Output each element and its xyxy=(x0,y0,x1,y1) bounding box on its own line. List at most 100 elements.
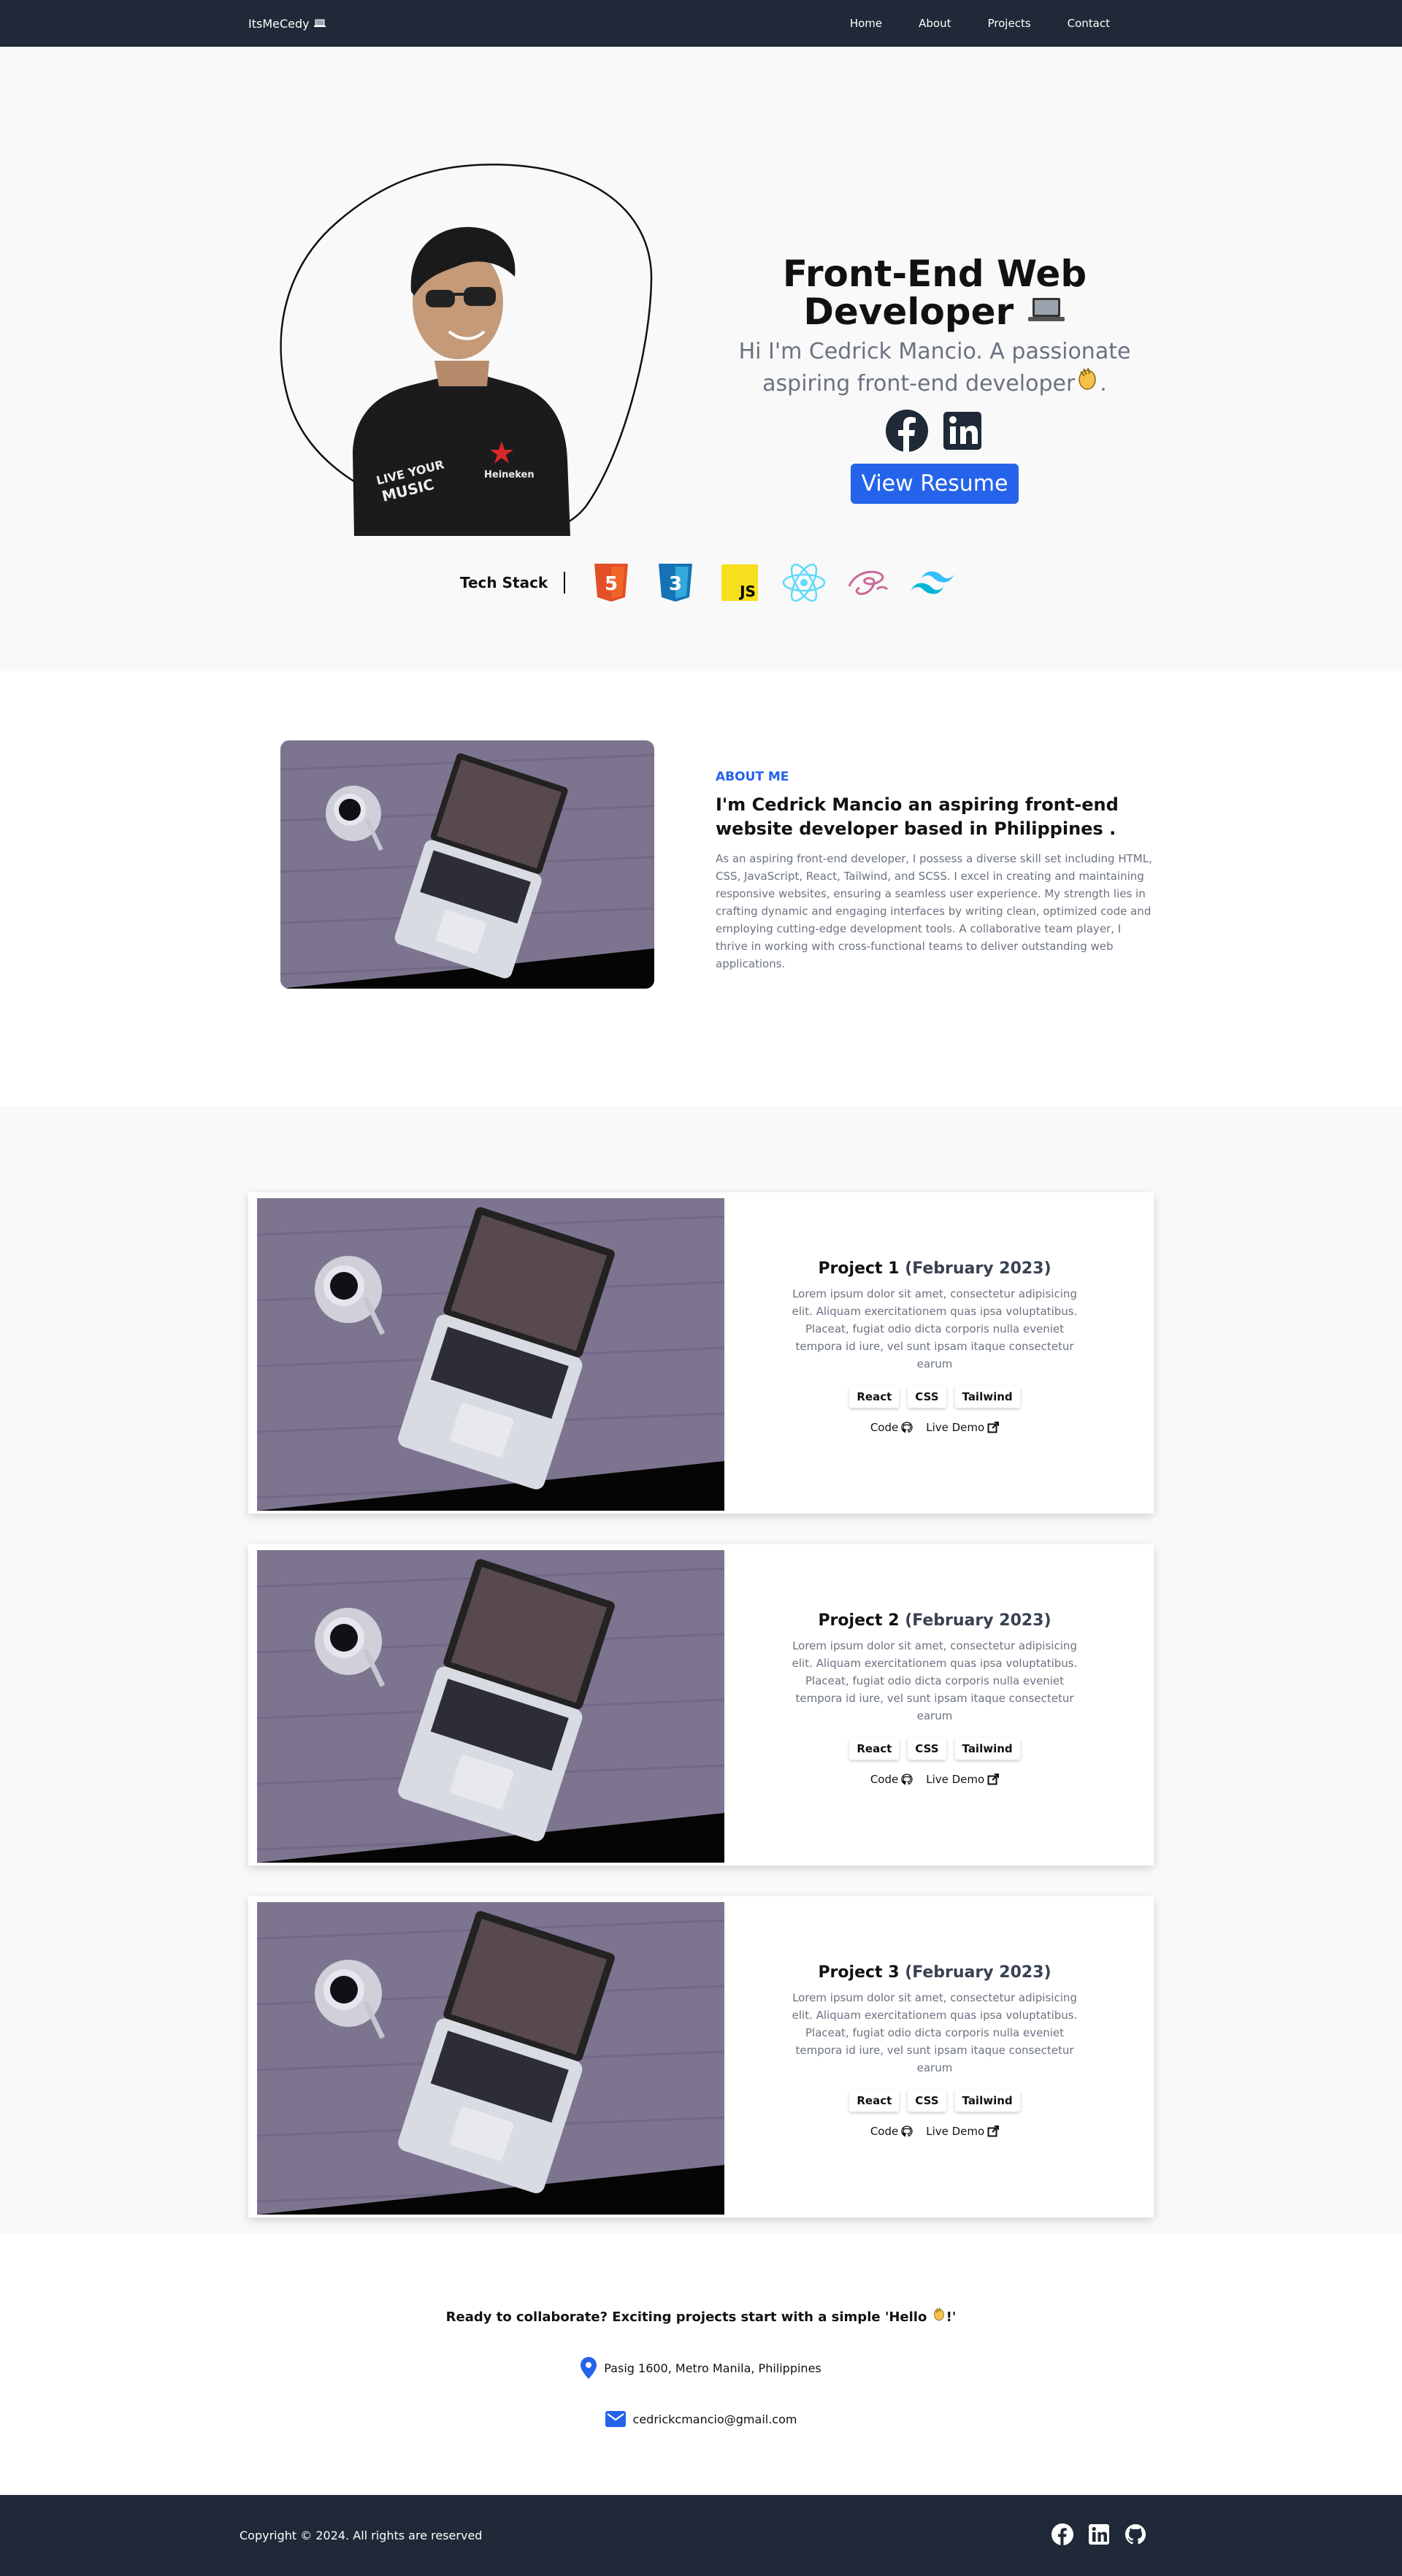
nav-about-link[interactable]: About xyxy=(919,17,951,30)
project-2-desc: Lorem ipsum dolor sit amet, consectetur … xyxy=(792,1639,1078,1722)
nav-links: Home About Projects Contact xyxy=(850,17,1110,30)
contact-email[interactable]: cedrickcmancio@gmail.com xyxy=(0,2411,1402,2427)
project-3-image xyxy=(257,1902,724,2215)
hero-section: LIVE YOUR MUSIC Heineken Front-End Web D… xyxy=(0,47,1402,671)
nav-projects-link[interactable]: Projects xyxy=(988,17,1031,30)
project-3-code-link[interactable]: Code xyxy=(870,2125,913,2138)
profile-photo: LIVE YOUR MUSIC Heineken xyxy=(353,226,570,536)
project-3-demo-link[interactable]: Live Demo xyxy=(926,2125,1000,2138)
tag-css: CSS xyxy=(908,2090,946,2112)
html5-icon: 5 xyxy=(587,561,635,605)
demo-label: Live Demo xyxy=(926,1773,985,1786)
hero-socials xyxy=(701,410,1168,455)
project-3-links: Code Live Demo xyxy=(789,2125,1081,2138)
about-title: I'm Cedrick Mancio an aspiring front-end… xyxy=(716,794,1119,839)
css3-icon: 3 xyxy=(651,561,700,605)
about-body: As an aspiring front-end developer, I po… xyxy=(716,852,1152,970)
hero-subtitle-text: Hi I'm Cedrick Mancio. A passionate aspi… xyxy=(738,339,1131,396)
tag-react: React xyxy=(849,1386,899,1408)
location-text: Pasig 1600, Metro Manila, Philippines xyxy=(604,2361,821,2375)
mail-icon xyxy=(605,2411,626,2427)
project-1-links: Code Live Demo xyxy=(789,1421,1081,1434)
tech-stack-divider xyxy=(564,572,566,594)
github-icon xyxy=(1125,2523,1146,2544)
facebook-link[interactable] xyxy=(886,410,928,455)
tag-tailwind: Tailwind xyxy=(955,1738,1020,1760)
github-icon xyxy=(901,1422,913,1433)
linkedin-link[interactable] xyxy=(941,410,984,455)
project-card-1: Project 1 (February 2023) Lorem ipsum do… xyxy=(248,1192,1154,1514)
project-1-name: Project 1 xyxy=(818,1260,900,1278)
javascript-icon: JS xyxy=(716,561,764,605)
waving-hand-icon xyxy=(1079,367,1097,390)
project-1-code-link[interactable]: Code xyxy=(870,1421,913,1434)
footer-linkedin-link[interactable] xyxy=(1088,2523,1110,2548)
about-text: ABOUT ME I'm Cedrick Mancio an aspiring … xyxy=(716,770,1154,973)
waving-hand-icon xyxy=(933,2307,944,2321)
tech-stack: Tech Stack 5 3 JS xyxy=(460,561,957,605)
brand-logo[interactable]: ItsMeCedy xyxy=(248,17,326,31)
facebook-icon xyxy=(1052,2523,1073,2545)
project-3-body: Project 3 (February 2023) Lorem ipsum do… xyxy=(789,1963,1081,2138)
project-1-demo-link[interactable]: Live Demo xyxy=(926,1421,1000,1434)
project-2-demo-link[interactable]: Live Demo xyxy=(926,1773,1000,1786)
github-icon xyxy=(901,1774,913,1785)
svg-text:JS: JS xyxy=(738,583,756,600)
nav-home-link[interactable]: Home xyxy=(850,17,882,30)
contact-location: Pasig 1600, Metro Manila, Philippines xyxy=(0,2357,1402,2379)
laptop-icon xyxy=(1027,298,1065,321)
svg-text:3: 3 xyxy=(669,573,682,595)
demo-label: Live Demo xyxy=(926,1421,985,1434)
project-2-tags: React CSS Tailwind xyxy=(789,1738,1081,1760)
view-resume-button[interactable]: View Resume xyxy=(851,464,1019,504)
top-nav: ItsMeCedy Home About Projects Contact xyxy=(0,0,1402,47)
facebook-icon xyxy=(886,410,928,452)
hero-title-line1: Front-End Web xyxy=(782,253,1087,295)
project-2-date: (February 2023) xyxy=(905,1611,1052,1630)
projects-section: Project 1 (February 2023) Lorem ipsum do… xyxy=(0,1106,1402,2234)
footer-github-link[interactable] xyxy=(1125,2523,1146,2548)
hero-title-line2: Developer xyxy=(803,291,1014,333)
sass-icon xyxy=(844,561,892,605)
demo-label: Live Demo xyxy=(926,2125,985,2138)
location-pin-icon xyxy=(581,2357,597,2379)
linkedin-icon xyxy=(943,412,981,450)
footer-facebook-link[interactable] xyxy=(1052,2523,1073,2548)
project-2-name: Project 2 xyxy=(818,1611,900,1630)
project-2-links: Code Live Demo xyxy=(789,1773,1081,1786)
project-2-body: Project 2 (February 2023) Lorem ipsum do… xyxy=(789,1611,1081,1786)
laptop-icon xyxy=(313,19,326,27)
tech-stack-label: Tech Stack xyxy=(460,574,548,591)
project-3-tags: React CSS Tailwind xyxy=(789,2090,1081,2112)
code-label: Code xyxy=(870,1773,899,1786)
svg-text:Heineken: Heineken xyxy=(484,469,535,480)
svg-text:5: 5 xyxy=(605,573,618,595)
contact-section: Ready to collaborate? Exciting projects … xyxy=(0,2234,1402,2495)
external-link-icon xyxy=(987,1774,1000,1785)
project-1-desc: Lorem ipsum dolor sit amet, consectetur … xyxy=(792,1287,1078,1371)
external-link-icon xyxy=(987,1422,1000,1433)
project-2-code-link[interactable]: Code xyxy=(870,1773,913,1786)
contact-cta-end: !' xyxy=(946,2309,957,2325)
hero-text: Front-End Web Developer Hi I'm Cedrick M… xyxy=(701,255,1168,504)
hero-subtitle: Hi I'm Cedrick Mancio. A passionate aspi… xyxy=(738,339,1131,396)
project-1-body: Project 1 (February 2023) Lorem ipsum do… xyxy=(789,1260,1081,1434)
project-3-date: (February 2023) xyxy=(905,1963,1052,1982)
brand-name[interactable]: ItsMeCedy xyxy=(248,17,310,31)
external-link-icon xyxy=(987,2125,1000,2137)
nav-contact-link[interactable]: Contact xyxy=(1068,17,1110,30)
react-icon xyxy=(780,561,828,605)
tag-tailwind: Tailwind xyxy=(955,2090,1020,2112)
email-text[interactable]: cedrickcmancio@gmail.com xyxy=(633,2412,797,2426)
site-footer: Copyright © 2024. All rights are reserve… xyxy=(0,2495,1402,2576)
project-2-title: Project 2 (February 2023) xyxy=(789,1611,1081,1630)
contact-cta: Ready to collaborate? Exciting projects … xyxy=(0,2307,1402,2325)
project-card-2: Project 2 (February 2023) Lorem ipsum do… xyxy=(248,1544,1154,1866)
code-label: Code xyxy=(870,1421,899,1434)
tag-react: React xyxy=(849,1738,899,1760)
tag-react: React xyxy=(849,2090,899,2112)
tag-css: CSS xyxy=(908,1738,946,1760)
tailwind-icon xyxy=(908,561,957,605)
project-1-tags: React CSS Tailwind xyxy=(789,1386,1081,1408)
hero-title: Front-End Web Developer xyxy=(701,255,1168,331)
